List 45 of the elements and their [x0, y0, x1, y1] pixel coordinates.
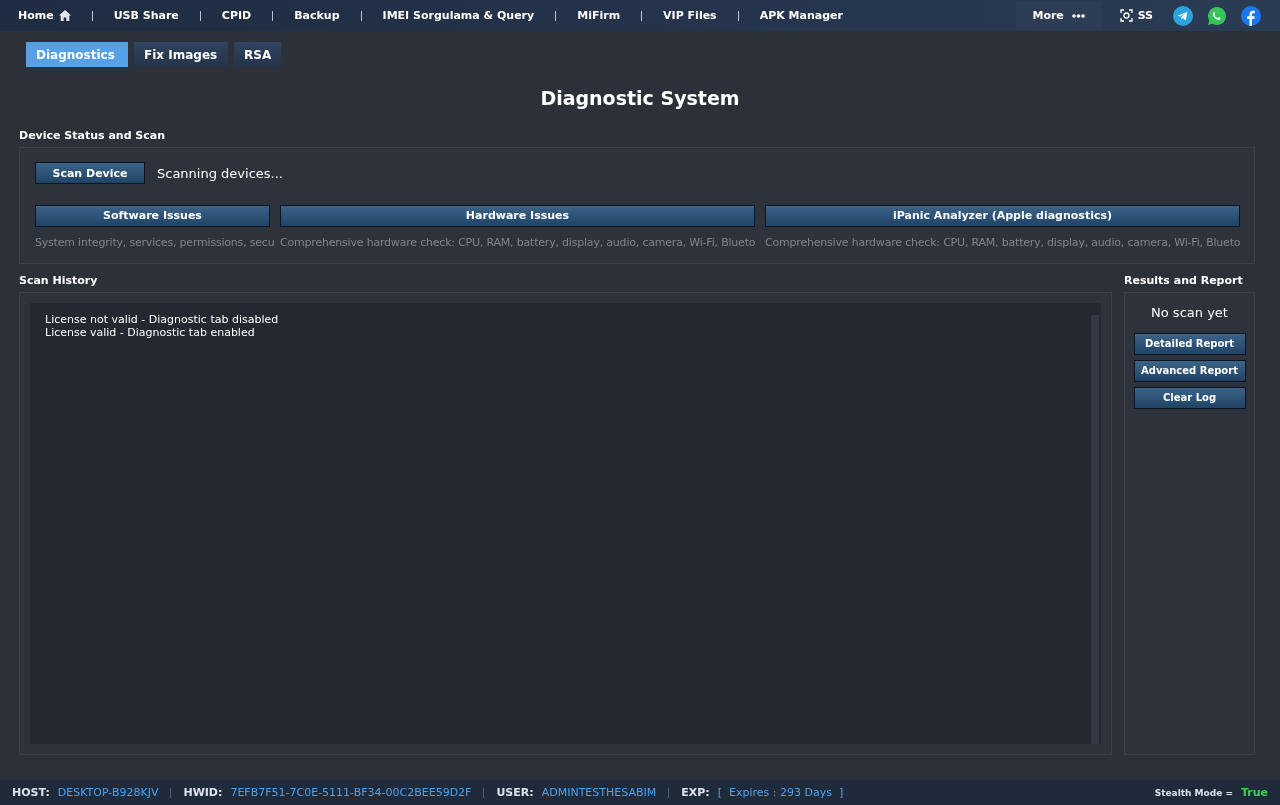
check-description: Comprehensive hardware check: CPU, RAM, battery, display, audio, camera, Wi-Fi, Blueto — [280, 235, 755, 249]
nav-link[interactable]: IMEI Sorgulama & Query — [382, 9, 535, 22]
stealth-value: True — [1241, 786, 1268, 799]
nav-link[interactable]: Home — [18, 9, 71, 22]
result-status: No scan yet — [1151, 304, 1228, 320]
report-button[interactable]: Detailed Report — [1133, 332, 1246, 355]
section-heading: Results and Report — [1124, 273, 1244, 289]
section-heading: Scan History — [19, 273, 99, 289]
report-button[interactable]: Advanced Report — [1133, 359, 1246, 382]
tab[interactable]: RSA — [234, 42, 282, 67]
check-description: Comprehensive hardware check: CPU, RAM, battery, display, audio, camera, Wi-Fi, Blueto — [765, 235, 1240, 249]
nav-link[interactable]: APK Manager — [759, 9, 843, 22]
page-title: Diagnostic System — [539, 87, 741, 109]
status-value: 7EFB7F51-7C0E-5111-BF34-00C2BEE59D2F — [230, 786, 472, 799]
more-button[interactable]: More — [1015, 1, 1102, 30]
telegram-icon[interactable] — [1173, 5, 1193, 26]
log-line: License not valid - Diagnostic tab disabled — [45, 312, 279, 326]
status-label: HWID: — [183, 786, 223, 799]
status-value: [ Expires : 293 Days ] — [717, 786, 844, 799]
check-button[interactable]: Hardware Issues — [280, 204, 755, 227]
whatsapp-icon[interactable] — [1207, 5, 1227, 26]
status-value: DESKTOP-B928KJV — [57, 786, 159, 799]
screenshot-button[interactable]: SS — [1113, 8, 1159, 23]
scan-status: Scanning devices... — [157, 165, 283, 181]
status-label: HOST: — [12, 786, 50, 799]
screenshot-icon — [1119, 9, 1133, 22]
tab[interactable]: Fix Images — [134, 42, 228, 67]
nav-link[interactable]: VIP Files — [663, 9, 717, 22]
nav-link[interactable]: USB Share — [113, 9, 179, 22]
home-icon — [58, 10, 71, 21]
nav-link[interactable]: CPID — [221, 9, 252, 22]
status-label: USER: — [496, 786, 534, 799]
check-button[interactable]: iPanic Analyzer (Apple diagnostics) — [765, 204, 1240, 227]
nav-link[interactable]: Backup — [294, 9, 340, 22]
facebook-icon[interactable] — [1241, 5, 1261, 26]
check-button[interactable]: Software Issues — [35, 204, 270, 227]
nav-link[interactable]: MiFirm — [577, 9, 621, 22]
status-label: EXP: — [681, 786, 710, 799]
log-line: License valid - Diagnostic tab enabled — [45, 325, 256, 339]
stealth-label: Stealth Mode = — [1154, 787, 1233, 798]
status-value: ADMINTESTHESABIM — [541, 786, 657, 799]
dots-icon — [1071, 13, 1085, 18]
scan-device-button[interactable]: Scan Device — [35, 162, 145, 184]
report-button[interactable]: Clear Log — [1133, 386, 1246, 409]
section-heading: Device Status and Scan — [18, 128, 167, 144]
